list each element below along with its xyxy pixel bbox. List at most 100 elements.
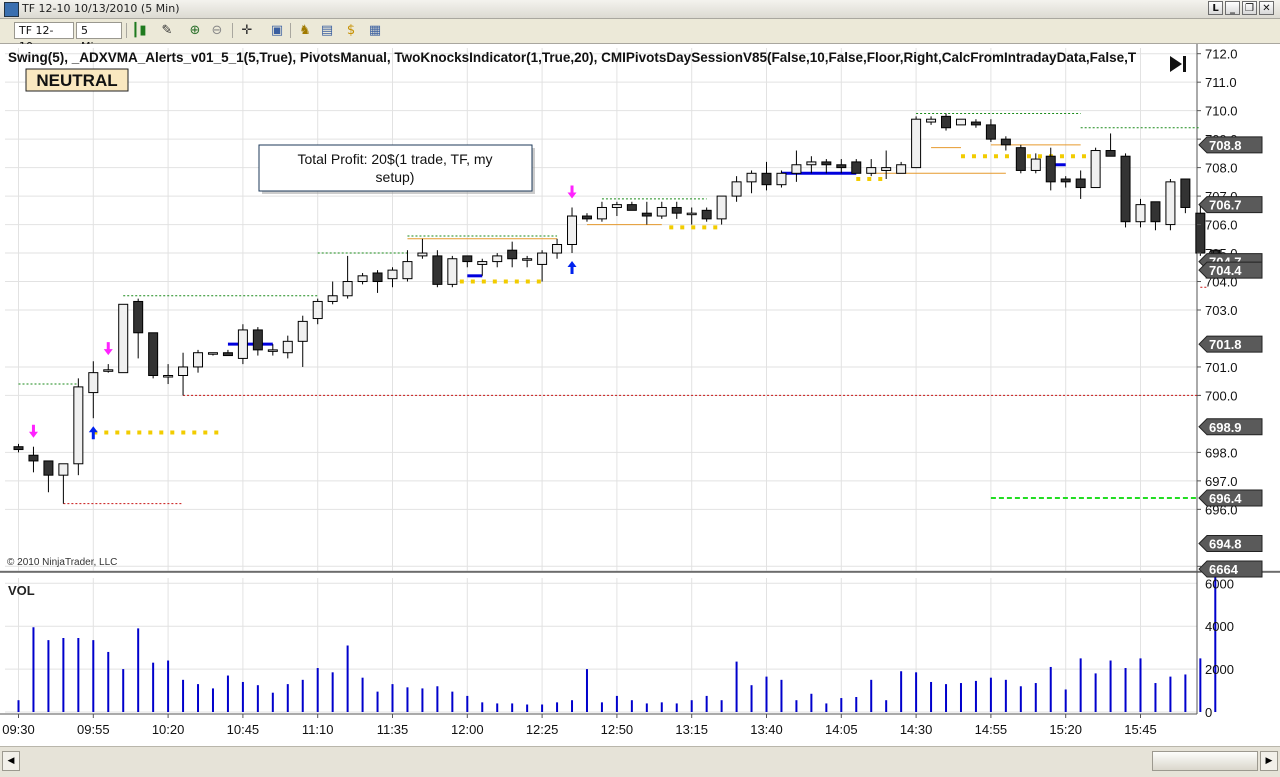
time-tick-label: 12:50 [601,722,634,737]
axes: 694.0696.0697.0698.0700.0701.0703.0704.0… [2,47,1263,737]
annotation-text: Total Profit: 20$(1 trade, TF, my [297,151,492,167]
price-tick-label: 698.0 [1205,445,1238,460]
candle-body [103,369,114,372]
scroll-thumb[interactable] [1152,751,1258,771]
chart-toolbar: TF 12-10▼ 5 Min▼ ┃▮ ✎ ⊕ ⊖ ✛ ▣ ♞ ▤ $ ▦ [0,19,1280,53]
candle-body [447,258,458,285]
data-box-icon[interactable]: ▦ [366,22,384,39]
candle-body [791,164,802,174]
candle-body [178,366,189,376]
instrument-select[interactable]: TF 12-10▼ [14,22,74,53]
window-controls: L _ ❐ ✕ [1208,1,1274,15]
candle-body [701,209,712,220]
price-tick-label: 711.0 [1205,75,1237,90]
candle-body [207,352,218,355]
price-tick-label: 710.0 [1205,104,1238,119]
volume-panel-label: VOL [8,583,35,598]
pencil-icon[interactable]: ✎ [158,22,176,39]
candle-body [1015,147,1026,171]
strategy-icon[interactable]: ♞ [296,22,314,39]
candle-body [1105,150,1116,157]
candle-body [761,172,772,186]
candle-body [1045,155,1056,183]
scroll-right-icon[interactable]: ▶ [1260,751,1278,771]
window-title: TF 12-10 10/13/2010 (5 Min) [22,2,180,15]
price-tick-label: 708.0 [1205,161,1238,176]
candle-body [222,352,233,357]
candle-body [73,386,84,465]
candle-body [806,161,817,166]
candle-body [43,460,54,476]
sell-arrow-icon [103,342,113,356]
candle-body [357,275,368,283]
crosshair-icon[interactable]: ✛ [238,22,256,39]
candle-body [1030,158,1041,171]
candle-body [970,121,981,126]
app-icon [4,2,19,17]
candle-body [1075,178,1086,189]
bar-chart-icon[interactable]: ┃▮ [130,22,148,39]
candle-body [1060,178,1071,183]
window-titlebar: TF 12-10 10/13/2010 (5 Min) L _ ❐ ✕ [0,0,1280,19]
volume-marker-label: 6664 [1209,562,1239,577]
play-forward-icon [1170,56,1182,72]
candle-body [387,269,398,280]
time-tick-label: 14:05 [825,722,858,737]
chart-trader-icon[interactable]: ▤ [318,22,336,39]
candle-body [402,261,413,280]
interval-select[interactable]: 5 Min▼ [76,22,122,53]
candle-body [88,372,99,394]
candle-body [926,118,937,123]
chart-panel[interactable]: 694.0696.0697.0698.0700.0701.0703.0704.0… [0,44,1280,746]
link-button[interactable]: L [1208,1,1223,15]
candle-body [567,215,578,246]
minimize-button[interactable]: _ [1225,1,1240,15]
price-tick-label: 706.0 [1205,218,1238,233]
candle-body [1135,204,1146,223]
candle-body [941,115,952,129]
price-volume-chart[interactable]: 694.0696.0697.0698.0700.0701.0703.0704.0… [0,44,1280,746]
candle-body [492,255,503,263]
candle-body [537,252,548,265]
state-badge: NEUTRAL [36,71,117,90]
candle-body [297,320,308,342]
properties-icon[interactable]: ▣ [268,22,286,39]
price-tick-label: 703.0 [1205,303,1238,318]
time-tick-label: 14:30 [900,722,933,737]
price-marker-label: 704.4 [1209,263,1242,278]
candle-body [686,212,697,216]
toolbar-divider [290,23,291,38]
zoom-in-icon[interactable]: ⊕ [186,22,204,39]
price-marker-label: 698.9 [1209,420,1242,435]
candle-body [133,300,144,334]
candle-body [417,252,428,257]
candle-body [1000,138,1011,146]
candle-body [552,244,563,254]
candle-body [252,329,263,351]
zoom-out-icon[interactable]: ⊖ [208,22,226,39]
candle-body [432,255,443,285]
candle-body [851,161,862,174]
time-tick-label: 13:40 [750,722,783,737]
indicator-levels [18,113,1208,505]
candle-body [58,463,69,476]
candle-body [596,206,607,220]
restore-button[interactable]: ❐ [1242,1,1257,15]
close-button[interactable]: ✕ [1259,1,1274,15]
candle-body [28,454,39,462]
candle-body [148,332,159,377]
price-marker-label: 708.8 [1209,138,1242,153]
candle-body [1165,181,1176,226]
candle-body [716,195,727,220]
dollar-icon[interactable]: $ [342,22,360,39]
horizontal-scrollbar[interactable]: ◀ ▶ [0,746,1280,777]
time-tick-label: 10:20 [152,722,185,737]
volume-tick-label: 2000 [1205,662,1234,677]
candle-body [507,249,518,260]
time-tick-label: 09:55 [77,722,110,737]
candle-body [477,261,488,265]
scroll-left-icon[interactable]: ◀ [2,751,20,771]
annotation-text: setup) [376,169,415,185]
candle-body [911,118,922,169]
candle-body [671,206,682,214]
